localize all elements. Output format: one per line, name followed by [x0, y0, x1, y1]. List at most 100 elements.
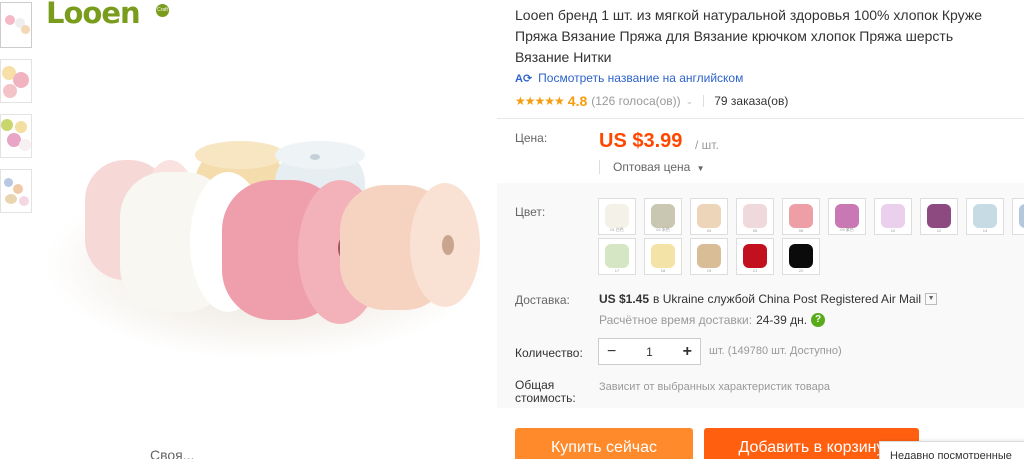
swatch-color-chip	[835, 204, 859, 228]
swatch-caption: 15	[1013, 228, 1024, 233]
shipping-price: US $1.45	[599, 292, 650, 306]
product-title: Looen бренд 1 шт. из мягкой натуральной …	[515, 5, 1024, 68]
swatch-caption: 09 紫色	[840, 227, 854, 232]
caret-down-icon: ▼	[696, 164, 705, 173]
thumb-yarn	[1, 119, 13, 131]
thumb-yarn	[19, 196, 29, 206]
thumb-yarn	[19, 139, 31, 151]
delivery-estimate: Расчётное время доставки: 24-39 дн. ?	[599, 313, 826, 327]
swatch-color-chip	[697, 244, 721, 268]
translate-icon: A⟳	[515, 72, 533, 85]
rating-row: ★★★★★ 4.8 (126 голоса(ов)) ⌄ 79 заказа(о…	[515, 93, 788, 109]
color-swatch[interactable]: 03	[690, 198, 728, 235]
thumb-yarn	[21, 25, 30, 34]
swatch-color-chip	[789, 204, 813, 228]
swatch-caption: 19	[706, 268, 712, 273]
divider	[703, 95, 705, 107]
swatch-color-chip	[743, 204, 767, 228]
buy-now-button[interactable]: Купить сейчас	[515, 428, 693, 459]
shipping-label: Доставка:	[515, 293, 570, 307]
swatch-caption: 17	[614, 268, 620, 273]
shipping-dropdown-icon[interactable]: ▼	[925, 293, 938, 305]
brand-logo-badge: Craft	[156, 4, 169, 17]
swatch-caption: 18	[660, 268, 666, 273]
image-caption: Своя...	[150, 447, 195, 459]
quantity-decrease-button[interactable]: −	[607, 343, 616, 361]
swatch-color-chip	[743, 244, 767, 268]
thumbnail-3[interactable]	[0, 114, 32, 158]
product-title-line: Looen бренд 1 шт. из мягкой натуральной …	[515, 7, 982, 23]
quantity-increase-button[interactable]: +	[683, 343, 692, 361]
swatch-caption: 05	[752, 228, 758, 233]
yarn-cone-peach	[340, 183, 480, 310]
thumb-yarn	[15, 121, 27, 133]
divider	[497, 118, 1024, 119]
price-unit: / шт.	[695, 138, 719, 152]
total-label: Общая стоимость:	[515, 378, 576, 405]
product-title-line: Пряжа Вязание Пряжа для Вязание крючком …	[515, 28, 954, 44]
color-swatch[interactable]: 01 白色	[598, 198, 636, 235]
brand-logo-text: Looen	[46, 0, 141, 30]
swatch-color-chip	[1019, 204, 1024, 228]
translate-link[interactable]: A⟳ Посмотреть название на английском	[515, 71, 743, 85]
swatch-color-chip	[651, 204, 675, 228]
color-swatch[interactable]: 21	[736, 238, 774, 275]
wholesale-price-toggle[interactable]: Оптовая цена ▼	[599, 160, 705, 174]
rating-stars-icon: ★★★★★	[515, 94, 565, 108]
eta-days: 24-39 дн.	[756, 313, 808, 327]
eta-label: Расчётное время доставки:	[599, 313, 753, 327]
swatch-color-chip	[605, 244, 629, 268]
color-swatch[interactable]: 05	[736, 198, 774, 235]
thumb-yarn	[3, 84, 17, 98]
color-swatch[interactable]: 12	[920, 198, 958, 235]
help-icon[interactable]: ?	[811, 313, 826, 327]
color-swatch[interactable]: 14	[966, 198, 1004, 235]
color-swatch[interactable]: 10	[874, 198, 912, 235]
swatch-color-chip	[881, 204, 905, 228]
swatch-caption: 22	[798, 268, 804, 273]
chevron-down-icon[interactable]: ⌄	[686, 96, 694, 107]
color-swatch[interactable]: 06	[782, 198, 820, 235]
thumbnail-4[interactable]	[0, 169, 32, 213]
color-swatch[interactable]: 17	[598, 238, 636, 275]
swatch-caption: 21	[752, 268, 758, 273]
swatch-color-chip	[651, 244, 675, 268]
product-info-panel: Looen бренд 1 шт. из мягкой натуральной …	[497, 0, 1024, 459]
swatch-caption: 03	[706, 228, 712, 233]
color-swatch[interactable]: 02 米色	[644, 198, 682, 235]
quantity-input[interactable]: 1	[646, 345, 653, 359]
thumbnail-2[interactable]	[0, 59, 32, 103]
thumb-yarn	[4, 178, 13, 187]
quantity-available: шт. (149780 шт. Доступно)	[709, 345, 842, 357]
swatch-caption: 01 白色	[610, 227, 624, 232]
color-swatch[interactable]: 19	[690, 238, 728, 275]
shipping-info: US $1.45 в Ukraine службой China Post Re…	[599, 292, 938, 306]
orders-count: 79 заказа(ов)	[714, 94, 789, 108]
swatch-caption: 06	[798, 228, 804, 233]
translate-link-text: Посмотреть название на английском	[538, 71, 744, 85]
wholesale-label: Оптовая цена	[613, 160, 691, 174]
color-swatch[interactable]: 18	[644, 238, 682, 275]
thumbnail-1[interactable]	[0, 2, 32, 48]
color-swatch[interactable]: 15	[1012, 198, 1024, 235]
color-label: Цвет:	[515, 205, 546, 219]
swatch-caption: 02 米色	[656, 227, 670, 232]
thumb-yarn	[13, 184, 23, 194]
swatch-caption: 12	[936, 228, 942, 233]
votes-link[interactable]: (126 голоса(ов))	[591, 94, 680, 108]
color-swatch[interactable]: 22	[782, 238, 820, 275]
product-title-line: Вязание Нитки	[515, 49, 612, 65]
thumbnail-list	[0, 0, 34, 224]
product-image[interactable]	[40, 60, 500, 459]
color-swatch[interactable]: 09 紫色	[828, 198, 866, 235]
price-label: Цена:	[515, 131, 548, 145]
swatch-color-chip	[927, 204, 951, 228]
product-page: { "brand": { "logo_text": "Looen", "logo…	[0, 0, 1024, 459]
thumb-yarn	[5, 15, 15, 25]
rating-value: 4.8	[567, 93, 588, 109]
quantity-stepper: − 1 +	[598, 338, 701, 365]
swatch-color-chip	[973, 204, 997, 228]
quantity-label: Количество:	[515, 346, 583, 360]
swatch-caption: 14	[982, 228, 988, 233]
recently-viewed-panel[interactable]: Недавно посмотренные	[879, 441, 1024, 459]
